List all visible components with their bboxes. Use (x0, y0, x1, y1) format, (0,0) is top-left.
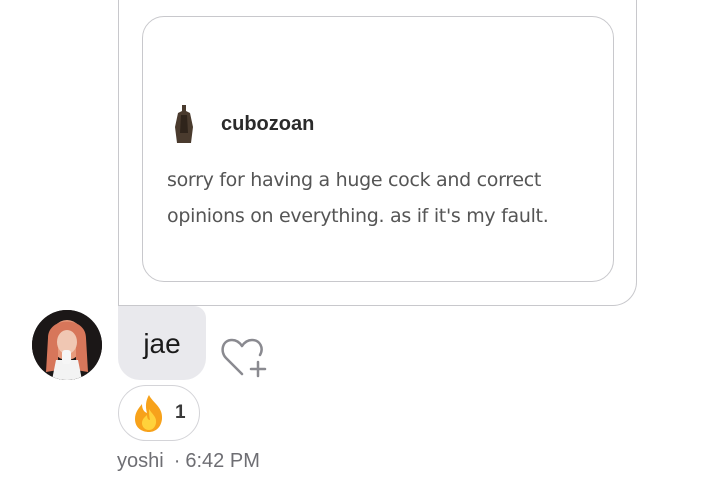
meta-separator: · (173, 450, 181, 472)
sender-name-bubble[interactable]: jae (118, 306, 206, 380)
sender-name: jae (143, 328, 181, 359)
fire-icon (135, 395, 163, 432)
post-text: sorry for having a huge cock and correct… (167, 169, 549, 227)
post-author-avatar-icon (175, 105, 193, 143)
message-timestamp: 6:42 PM (185, 450, 260, 472)
reaction-pill[interactable]: 1 (118, 385, 200, 441)
post-username[interactable]: cubozoan (221, 113, 314, 136)
message-meta: yoshi · 6:42 PM (117, 450, 260, 473)
quoted-post-card[interactable]: cubozoan sorry for having a huge cock an… (142, 16, 614, 282)
add-reaction-heart-icon[interactable] (220, 334, 270, 380)
reaction-count: 1 (175, 402, 186, 423)
reacted-by-name[interactable]: yoshi (117, 450, 164, 473)
avatar[interactable] (32, 310, 102, 380)
post-header: cubozoan (173, 103, 314, 145)
avatar-image (32, 310, 102, 380)
